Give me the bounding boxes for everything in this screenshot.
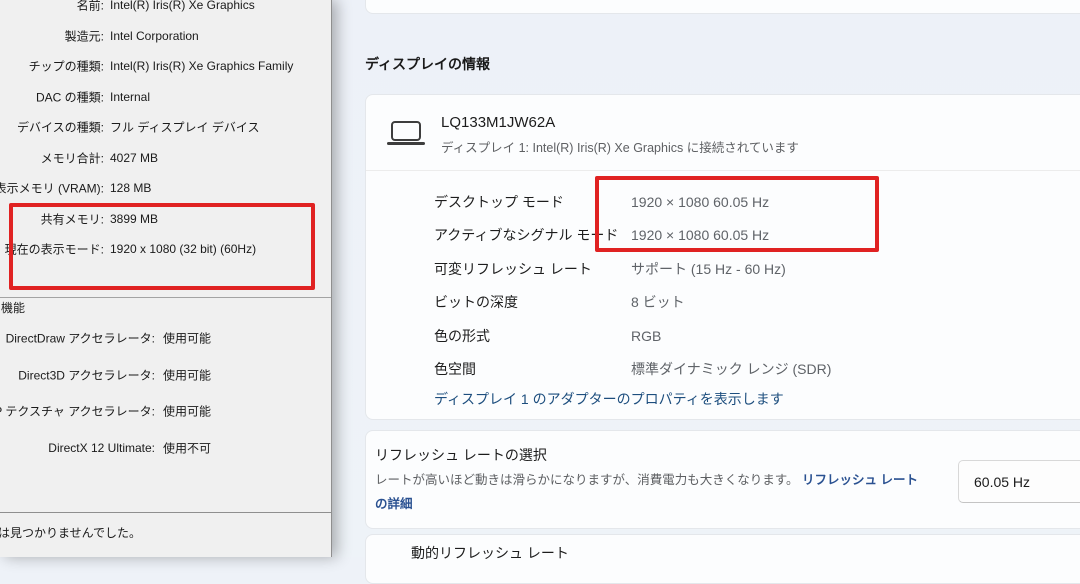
settings-panel: ディスプレイの情報 LQ133M1JW62A ディスプレイ 1: Intel(R… [333,0,1080,557]
detail-value: 標準ダイナミック レンジ (SDR) [631,359,831,379]
refresh-rate-dropdown[interactable]: 60.05 Hz [958,460,1080,503]
device-row-label: 表示メモリ (VRAM): [0,180,104,197]
refresh-rate-description-text: レートが高いほど動きは滑らかになりますが、消費電力も大きくなります。 [375,473,802,487]
device-row-label: 名前: [77,0,104,14]
detail-label: 色空間 [434,359,476,379]
laptop-icon [391,121,421,141]
feature-row-label: AGP テクスチャ アクセラレータ: [0,403,155,420]
device-row-value: Internal [110,90,150,104]
device-row-label: メモリ合計: [41,149,104,166]
refresh-rate-title: リフレッシュ レートの選択 [375,445,547,465]
detail-value: サポート (15 Hz - 60 Hz) [631,259,786,279]
detail-value: 8 ビット [631,292,685,312]
refresh-rate-details-link-line2[interactable]: の詳細 [375,493,413,512]
detail-label: 色の形式 [434,326,490,346]
feature-row: Direct3D アクセラレータ: 使用可能 [0,357,331,394]
device-row-value: フル ディスプレイ デバイス [110,119,259,136]
dynamic-refresh-label: 動的リフレッシュ レート [411,543,569,563]
feature-row-label: DirectX 12 Ultimate: [48,441,155,455]
device-row-label: DAC の種類: [36,88,104,105]
detail-value: RGB [631,328,661,344]
detail-label: 可変リフレッシュ レート [434,259,592,279]
feature-row: DirectDraw アクセラレータ: 使用可能 [0,320,331,357]
refresh-rate-description: レートが高いほど動きは滑らかになりますが、消費電力も大きくなります。 リフレッシ… [375,469,918,488]
feature-row: DirectX 12 Ultimate: 使用不可 [0,430,331,467]
detail-row: ビットの深度 8 ビット [366,286,1080,320]
detail-label: ビットの深度 [434,292,518,312]
refresh-rate-card: リフレッシュ レートの選択 レートが高いほど動きは滑らかになりますが、消費電力も… [365,430,1080,529]
highlight-box-shared-memory [9,203,315,290]
adapter-properties-link[interactable]: ディスプレイ 1 のアダプターのプロパティを表示します [434,389,784,409]
notes-divider [0,512,331,513]
device-row-value: Intel(R) Iris(R) Xe Graphics [110,0,255,12]
features-divider [0,297,331,298]
refresh-rate-details-link[interactable]: リフレッシュ レート [802,473,918,487]
highlight-box-display-mode [595,176,879,252]
notes-text: 問題は見つかりませんでした。 [0,524,141,541]
device-row: 製造元: Intel Corporation [0,21,331,52]
detail-row: 可変リフレッシュ レート サポート (15 Hz - 60 Hz) [366,252,1080,286]
device-row: メモリ合計: 4027 MB [0,143,331,174]
feature-row-value: 使用不可 [163,439,211,456]
feature-row-value: 使用可能 [163,330,211,347]
detail-row: 色空間 標準ダイナミック レンジ (SDR) [366,353,1080,387]
detail-label: アクティブなシグナル モード [434,225,618,245]
section-heading: ディスプレイの情報 [365,54,490,74]
display-subtitle: ディスプレイ 1: Intel(R) Iris(R) Xe Graphics に… [441,137,799,156]
device-row-value: 128 MB [110,181,151,195]
device-row-label: 製造元: [65,27,104,44]
device-row: デバイスの種類: フル ディスプレイ デバイス [0,112,331,143]
device-row: チップの種類: Intel(R) Iris(R) Xe Graphics Fam… [0,51,331,82]
display-info-card: LQ133M1JW62A ディスプレイ 1: Intel(R) Iris(R) … [365,94,1080,420]
feature-row-value: 使用可能 [163,403,211,420]
features-list: DirectDraw アクセラレータ: 使用可能 Direct3D アクセラレー… [0,320,331,466]
device-row-value: Intel(R) Iris(R) Xe Graphics Family [110,59,293,73]
device-row-value: Intel Corporation [110,29,199,43]
display-name: LQ133M1JW62A [441,114,555,131]
dynamic-refresh-card[interactable]: 動的リフレッシュ レート [365,534,1080,584]
feature-row-value: 使用可能 [163,366,211,383]
feature-row-label: DirectDraw アクセラレータ: [6,330,155,347]
device-row: DAC の種類: Internal [0,82,331,113]
device-row-label: チップの種類: [29,58,104,75]
detail-row: 色の形式 RGB [366,319,1080,353]
card-divider [366,170,1080,171]
device-row: 表示メモリ (VRAM): 128 MB [0,173,331,204]
device-row: 名前: Intel(R) Iris(R) Xe Graphics [0,0,331,21]
previous-card-remnant [365,0,1080,14]
feature-row: AGP テクスチャ アクセラレータ: 使用可能 [0,393,331,430]
feature-row-label: Direct3D アクセラレータ: [18,366,155,383]
refresh-rate-dropdown-value: 60.05 Hz [974,474,1030,490]
detail-label: デスクトップ モード [434,192,564,212]
device-row-value: 4027 MB [110,151,158,165]
device-row-label: デバイスの種類: [17,119,104,136]
laptop-icon-base [387,142,425,145]
features-header: DirectX 機能 [0,299,25,316]
